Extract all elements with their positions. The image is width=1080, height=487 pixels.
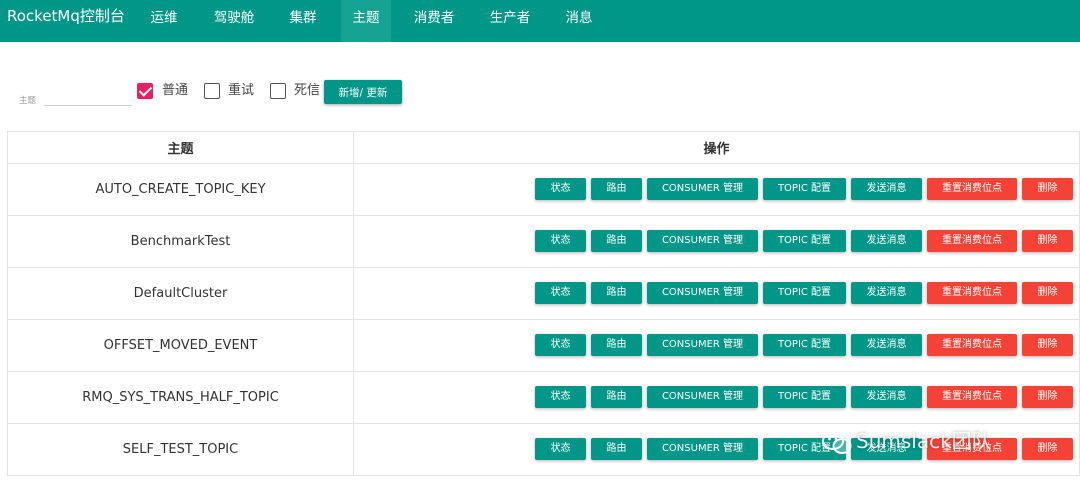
status-button[interactable]: 状态: [535, 386, 586, 408]
route-button[interactable]: 路由: [591, 438, 642, 460]
delete-button[interactable]: 删除: [1022, 334, 1073, 356]
route-button[interactable]: 路由: [591, 386, 642, 408]
status-button[interactable]: 状态: [535, 178, 586, 200]
route-button[interactable]: 路由: [591, 334, 642, 356]
table-row: OFFSET_MOVED_EVENT 状态 路由 CONSUMER 管理 TOPIC 配…: [7, 319, 1080, 372]
topic-actions: 状态 路由 CONSUMER 管理 TOPIC 配置 发送消息 重置消费位点 删除: [353, 371, 1080, 424]
status-button[interactable]: 状态: [535, 438, 586, 460]
nav-topic[interactable]: 主题: [341, 0, 391, 42]
topic-config-button[interactable]: TOPIC 配置: [763, 178, 846, 200]
consumer-manage-button[interactable]: CONSUMER 管理: [647, 386, 758, 408]
topic-name: BenchmarkTest: [7, 215, 354, 268]
send-message-button[interactable]: 发送消息: [851, 386, 922, 408]
dlq-checkbox-label: 死信: [294, 83, 321, 98]
action-group: 状态 路由 CONSUMER 管理 TOPIC 配置 发送消息 重置消费位点 删除: [535, 334, 1078, 356]
table-row: RMQ_SYS_TRANS_HALF_TOPIC 状态 路由 CONSUMER 管理 T…: [7, 371, 1080, 424]
consumer-manage-button[interactable]: CONSUMER 管理: [647, 282, 758, 304]
route-button[interactable]: 路由: [591, 178, 642, 200]
actions-column-header: 操作: [353, 131, 1080, 164]
nav-message[interactable]: 消息: [554, 0, 604, 42]
nav-dashboard[interactable]: 驾驶舱: [205, 0, 263, 42]
delete-button[interactable]: 删除: [1022, 230, 1073, 252]
topic-name: OFFSET_MOVED_EVENT: [7, 319, 354, 372]
topic-actions: 状态 路由 CONSUMER 管理 TOPIC 配置 发送消息 重置消费位点 删除: [353, 163, 1080, 216]
top-navbar: RocketMq控制台 运维 驾驶舱 集群 主题 消费者 生产者 消息: [0, 0, 1080, 42]
topic-filter-label: 主题: [19, 96, 37, 106]
nav-cluster[interactable]: 集群: [278, 0, 328, 42]
consumer-manage-button[interactable]: CONSUMER 管理: [647, 334, 758, 356]
status-button[interactable]: 状态: [535, 282, 586, 304]
watermark-text: Sumslack团队: [856, 429, 992, 453]
topic-name: RMQ_SYS_TRANS_HALF_TOPIC: [7, 371, 354, 424]
action-group: 状态 路由 CONSUMER 管理 TOPIC 配置 发送消息 重置消费位点 删除: [535, 178, 1078, 200]
delete-button[interactable]: 删除: [1022, 386, 1073, 408]
table-row: BenchmarkTest 状态 路由 CONSUMER 管理 TOPIC 配置 发送消息…: [7, 215, 1080, 268]
topic-table: 主题 操作 AUTO_CREATE_TOPIC_KEY 状态 路由 CONSUMER …: [7, 131, 1080, 476]
nav-ops[interactable]: 运维: [139, 0, 189, 42]
route-button[interactable]: 路由: [591, 230, 642, 252]
normal-checkbox[interactable]: [137, 83, 153, 99]
table-row: AUTO_CREATE_TOPIC_KEY 状态 路由 CONSUMER 管理 TOPI…: [7, 163, 1080, 216]
reset-offset-button[interactable]: 重置消费位点: [927, 282, 1017, 304]
table-header-row: 主题 操作: [7, 131, 1080, 164]
topic-filter-input[interactable]: [44, 82, 132, 106]
topic-config-button[interactable]: TOPIC 配置: [763, 386, 846, 408]
action-group: 状态 路由 CONSUMER 管理 TOPIC 配置 发送消息 重置消费位点 删除: [535, 386, 1078, 408]
topic-name: SELF_TEST_TOPIC: [7, 423, 354, 476]
topic-name: DefaultCluster: [7, 267, 354, 320]
delete-button[interactable]: 删除: [1022, 438, 1073, 460]
consumer-manage-button[interactable]: CONSUMER 管理: [647, 230, 758, 252]
action-group: 状态 路由 CONSUMER 管理 TOPIC 配置 发送消息 重置消费位点 删除: [535, 230, 1078, 252]
reset-offset-button[interactable]: 重置消费位点: [927, 230, 1017, 252]
consumer-manage-button[interactable]: CONSUMER 管理: [647, 178, 758, 200]
send-message-button[interactable]: 发送消息: [851, 334, 922, 356]
retry-checkbox[interactable]: [204, 83, 220, 99]
send-message-button[interactable]: 发送消息: [851, 282, 922, 304]
filter-bar: 主题 普通 重试 死信 新增/ 更新: [0, 78, 1080, 108]
dlq-checkbox[interactable]: [270, 83, 286, 99]
add-update-button[interactable]: 新增/ 更新: [324, 80, 402, 104]
delete-button[interactable]: 删除: [1022, 282, 1073, 304]
table-row: DefaultCluster 状态 路由 CONSUMER 管理 TOPIC 配置 发送消…: [7, 267, 1080, 320]
app-brand[interactable]: RocketMq控制台: [7, 0, 125, 36]
reset-offset-button[interactable]: 重置消费位点: [927, 334, 1017, 356]
consumer-manage-button[interactable]: CONSUMER 管理: [647, 438, 758, 460]
wechat-icon: [822, 431, 852, 454]
topic-actions: 状态 路由 CONSUMER 管理 TOPIC 配置 发送消息 重置消费位点 删除: [353, 215, 1080, 268]
send-message-button[interactable]: 发送消息: [851, 178, 922, 200]
topic-config-button[interactable]: TOPIC 配置: [763, 334, 846, 356]
action-group: 状态 路由 CONSUMER 管理 TOPIC 配置 发送消息 重置消费位点 删除: [535, 282, 1078, 304]
normal-checkbox-label: 普通: [162, 83, 189, 98]
nav-consumer[interactable]: 消费者: [405, 0, 463, 42]
action-group: 状态 路由 CONSUMER 管理 TOPIC 配置 发送消息 重置消费位点 删除: [535, 438, 1078, 460]
reset-offset-button[interactable]: 重置消费位点: [927, 178, 1017, 200]
route-button[interactable]: 路由: [591, 282, 642, 304]
topic-config-button[interactable]: TOPIC 配置: [763, 230, 846, 252]
reset-offset-button[interactable]: 重置消费位点: [927, 386, 1017, 408]
topic-column-header: 主题: [7, 131, 354, 164]
topic-actions: 状态 路由 CONSUMER 管理 TOPIC 配置 发送消息 重置消费位点 删除: [353, 319, 1080, 372]
topic-config-button[interactable]: TOPIC 配置: [763, 282, 846, 304]
send-message-button[interactable]: 发送消息: [851, 230, 922, 252]
topic-actions: 状态 路由 CONSUMER 管理 TOPIC 配置 发送消息 重置消费位点 删除: [353, 267, 1080, 320]
topic-name: AUTO_CREATE_TOPIC_KEY: [7, 163, 354, 216]
status-button[interactable]: 状态: [535, 334, 586, 356]
retry-checkbox-label: 重试: [228, 83, 255, 98]
delete-button[interactable]: 删除: [1022, 178, 1073, 200]
watermark: Sumslack团队: [822, 426, 992, 456]
status-button[interactable]: 状态: [535, 230, 586, 252]
nav-producer[interactable]: 生产者: [481, 0, 539, 42]
